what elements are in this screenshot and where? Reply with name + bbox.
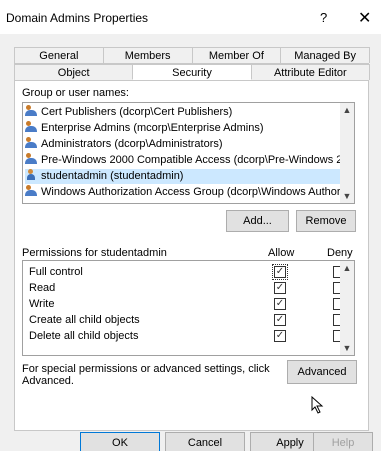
help-icon[interactable]: ? [320, 10, 327, 25]
ok-button[interactable]: OK [80, 432, 160, 451]
group-icon [25, 185, 38, 196]
scroll-up-icon[interactable]: ▲ [342, 263, 352, 273]
scroll-up-icon[interactable]: ▲ [342, 105, 352, 115]
group-user-names-label: Group or user names: [22, 87, 129, 99]
permissions-label: Permissions for studentadmin [22, 247, 167, 259]
tab-general[interactable]: General [14, 47, 104, 63]
permission-name: Read [29, 282, 56, 294]
allow-checkbox[interactable]: ✓ [274, 330, 286, 342]
permission-name: Create all child objects [29, 314, 140, 326]
tab-member-of[interactable]: Member Of [191, 47, 282, 63]
permission-row: Write ✓ [29, 297, 349, 311]
permissions-scrollbar[interactable]: ▲ ▼ [340, 261, 354, 355]
permission-name: Write [29, 298, 55, 310]
permission-row: Full control ✓ [29, 264, 349, 280]
window-title: Domain Admins Properties [6, 11, 149, 25]
deny-column-header: Deny [327, 247, 353, 259]
allow-column-header: Allow [268, 247, 295, 259]
tab-row-top: General Members Member Of Managed By [14, 47, 370, 64]
list-item-label: Cert Publishers (dcorp\Cert Publishers) [41, 106, 233, 118]
remove-button[interactable]: Remove [296, 210, 356, 232]
allow-checkbox[interactable]: ✓ [272, 264, 288, 280]
user-list[interactable]: Cert Publishers (dcorp\Cert Publishers) … [22, 102, 355, 204]
permission-row: Delete all child objects ✓ [29, 329, 349, 343]
list-item-label: Pre-Windows 2000 Compatible Access (dcor… [41, 154, 343, 166]
group-icon [25, 153, 38, 164]
list-item-label: Enterprise Admins (mcorp\Enterprise Admi… [41, 122, 264, 134]
user-icon [25, 169, 38, 180]
help-button[interactable]: Help [313, 432, 373, 451]
list-item[interactable]: Pre-Windows 2000 Compatible Access (dcor… [25, 153, 343, 168]
group-icon [25, 121, 38, 132]
tab-object[interactable]: Object [14, 64, 134, 80]
permission-name: Delete all child objects [29, 330, 139, 342]
close-icon[interactable]: ✕ [358, 8, 371, 28]
permission-name: Full control [29, 266, 83, 278]
list-item[interactable]: Administrators (dcorp\Administrators) [25, 137, 343, 152]
tab-members[interactable]: Members [102, 47, 193, 63]
tab-managed-by[interactable]: Managed By [280, 47, 370, 63]
allow-checkbox[interactable]: ✓ [274, 282, 286, 294]
group-icon [25, 105, 38, 116]
special-permissions-text: For special permissions or advanced sett… [22, 363, 270, 387]
list-item-selected[interactable]: studentadmin (studentadmin) [25, 169, 343, 184]
group-icon [25, 137, 38, 148]
permissions-list: Full control ✓ Read ✓ Write ✓ Create all… [22, 260, 355, 356]
user-list-scrollbar[interactable]: ▲ ▼ [340, 103, 354, 203]
scroll-down-icon[interactable]: ▼ [342, 343, 352, 353]
list-item-label: studentadmin (studentadmin) [41, 170, 184, 182]
tab-security[interactable]: Security [132, 64, 252, 80]
list-item[interactable]: Windows Authorization Access Group (dcor… [25, 185, 343, 200]
list-item-label: Administrators (dcorp\Administrators) [41, 138, 223, 150]
title-bar: Domain Admins Properties ? ✕ [0, 0, 381, 34]
cancel-button[interactable]: Cancel [165, 432, 245, 451]
tab-attribute-editor[interactable]: Attribute Editor [250, 64, 370, 80]
scroll-down-icon[interactable]: ▼ [342, 191, 352, 201]
permission-row: Read ✓ [29, 281, 349, 295]
add-button[interactable]: Add... [226, 210, 289, 232]
list-item[interactable]: Cert Publishers (dcorp\Cert Publishers) [25, 105, 343, 120]
allow-checkbox[interactable]: ✓ [274, 298, 286, 310]
permission-row: Create all child objects ✓ [29, 313, 349, 327]
mouse-cursor-icon [311, 396, 324, 414]
list-item-label: Windows Authorization Access Group (dcor… [41, 186, 343, 198]
tab-row-bottom: Object Security Attribute Editor [14, 64, 370, 81]
list-item[interactable]: Enterprise Admins (mcorp\Enterprise Admi… [25, 121, 343, 136]
advanced-button[interactable]: Advanced [287, 360, 357, 384]
allow-checkbox[interactable]: ✓ [274, 314, 286, 326]
